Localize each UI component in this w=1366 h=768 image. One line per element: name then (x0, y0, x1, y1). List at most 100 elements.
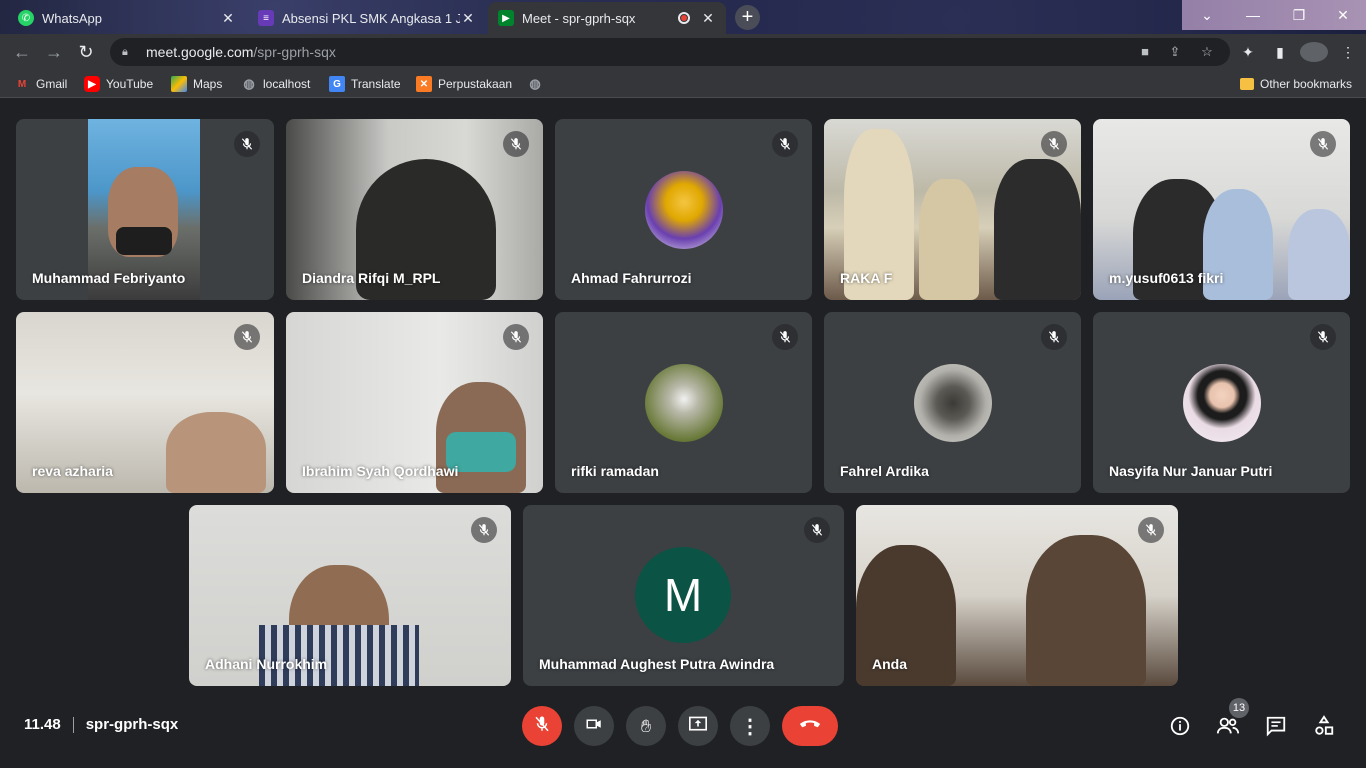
bookmark-globe[interactable]: ◍ (527, 76, 549, 92)
mic-off-icon (1041, 324, 1067, 350)
mic-off-icon (503, 324, 529, 350)
bookmark-youtube[interactable]: ▶ YouTube (84, 76, 153, 92)
extensions-icon[interactable]: ✦ (1238, 42, 1258, 62)
participant-tile[interactable]: Nasyifa Nur Januar Putri (1093, 312, 1350, 493)
activities-icon (1315, 715, 1334, 735)
tab-title: Meet - spr-gprh-sqx (522, 10, 636, 26)
participant-tile[interactable]: Muhammad Febriyanto (16, 119, 274, 300)
share-icon[interactable]: ⇪ (1166, 43, 1184, 61)
participant-tile[interactable]: Diandra Rifqi M_RPL (286, 119, 543, 300)
mic-off-icon (533, 715, 551, 738)
whatsapp-icon: ✆ (18, 10, 34, 26)
tab-whatsapp[interactable]: ✆ WhatsApp ✕ (8, 2, 246, 34)
participant-person (919, 179, 979, 300)
present-icon (688, 715, 708, 738)
youtube-icon: ▶ (84, 76, 100, 92)
more-vert-icon: ⋮ (740, 715, 760, 738)
participant-tile[interactable]: M Muhammad Aughest Putra Awindra (523, 505, 844, 686)
participant-tile[interactable]: reva azharia (16, 312, 274, 493)
back-icon[interactable]: ← (10, 40, 34, 64)
participant-name: Ibrahim Syah Qordhawi (302, 463, 459, 479)
participant-name: m.yusuf0613 fikri (1109, 270, 1224, 286)
toggle-mic-button[interactable] (522, 706, 562, 746)
meeting-time: 11.48 (24, 716, 61, 733)
camera-icon[interactable]: ■ (1136, 43, 1154, 61)
activities-button[interactable] (1312, 714, 1336, 738)
participant-avatar (645, 364, 723, 442)
info-icon (1170, 716, 1190, 736)
participant-name: Ahmad Fahrurrozi (571, 270, 692, 286)
bookmark-label: Gmail (36, 77, 68, 91)
mic-off-icon (1310, 131, 1336, 157)
face-mask (116, 227, 172, 255)
phone-hangup-icon (799, 717, 821, 735)
participant-person (994, 159, 1081, 300)
participant-name: Adhani Nurrokhim (205, 656, 328, 672)
participant-name: Diandra Rifqi M_RPL (302, 270, 441, 286)
bookmark-star-icon[interactable]: ☆ (1198, 43, 1216, 61)
participant-tile[interactable]: Ahmad Fahrurrozi (555, 119, 812, 300)
bookmark-label: YouTube (106, 77, 154, 91)
tab-meet[interactable]: ▶ Meet - spr-gprh-sqx ✕ (488, 2, 726, 34)
toggle-camera-button[interactable] (574, 706, 614, 746)
participant-tile[interactable]: rifki ramadan (555, 312, 812, 493)
browser-toolbar: ← → ↻ 🔒︎ meet.google.com/spr-gprh-sqx ■ … (0, 34, 1366, 70)
mic-off-icon (804, 517, 830, 543)
participant-name: reva azharia (32, 463, 113, 479)
mic-off-icon (471, 517, 497, 543)
chat-button[interactable] (1264, 714, 1288, 738)
bookmark-gmail[interactable]: M Gmail (14, 76, 68, 92)
minimize-icon[interactable]: — (1230, 0, 1276, 30)
participant-avatar (645, 171, 723, 249)
tab-title: WhatsApp (42, 10, 102, 26)
bookmark-translate[interactable]: G Translate (329, 76, 401, 92)
globe-icon: ◍ (529, 76, 541, 91)
folder-icon (1240, 78, 1254, 90)
more-options-button[interactable]: ⋮ (730, 706, 770, 746)
url-path: /spr-gprh-sqx (253, 44, 336, 60)
participant-name: Muhammad Aughest Putra Awindra (539, 656, 775, 672)
forms-icon: ≡ (258, 10, 274, 26)
new-tab-button[interactable]: + (735, 5, 760, 30)
profile-avatar[interactable] (1300, 42, 1328, 62)
other-bookmarks[interactable]: Other bookmarks (1240, 76, 1352, 92)
mic-off-icon (1138, 517, 1164, 543)
bookmark-maps[interactable]: Maps (171, 76, 222, 92)
meeting-info: 11.48 spr-gprh-sqx (24, 716, 178, 733)
recording-icon (678, 12, 690, 24)
participant-tile[interactable]: Ibrahim Syah Qordhawi (286, 312, 543, 493)
mic-off-icon (503, 131, 529, 157)
close-icon[interactable]: ✕ (460, 10, 476, 27)
participant-name: Fahrel Ardika (840, 463, 929, 479)
xampp-icon: ✕ (416, 76, 432, 92)
participant-tile[interactable]: Fahrel Ardika (824, 312, 1081, 493)
meeting-details-button[interactable] (1168, 714, 1192, 738)
participant-tile[interactable]: RAKA F (824, 119, 1081, 300)
participant-tile[interactable]: m.yusuf0613 fikri (1093, 119, 1350, 300)
bookmark-localhost[interactable]: ◍ localhost (241, 76, 310, 92)
window-close-icon[interactable]: ✕ (1320, 0, 1366, 30)
forward-icon[interactable]: → (42, 40, 66, 64)
participant-avatar (914, 364, 992, 442)
address-bar[interactable]: 🔒︎ meet.google.com/spr-gprh-sqx ■ ⇪ ☆ (110, 38, 1230, 66)
globe-icon: ◍ (243, 76, 255, 91)
present-screen-button[interactable] (678, 706, 718, 746)
menu-icon[interactable]: ⋮ (1338, 42, 1358, 62)
side-panel-icon[interactable]: ▮ (1270, 42, 1290, 62)
close-icon[interactable]: ✕ (700, 10, 716, 27)
tab-absensi[interactable]: ≡ Absensi PKL SMK Angkasa 1 Jak ✕ (248, 2, 486, 34)
participant-tile[interactable]: Adhani Nurrokhim (189, 505, 511, 686)
close-icon[interactable]: ✕ (220, 10, 236, 27)
leave-call-button[interactable] (782, 706, 838, 746)
bookmark-perpustakaan[interactable]: ✕ Perpustakaan (416, 76, 512, 92)
restore-icon[interactable]: ❐ (1276, 0, 1322, 30)
bookmark-label: Perpustakaan (438, 77, 513, 91)
raise-hand-button[interactable]: ✋︎ (626, 706, 666, 746)
reload-icon[interactable]: ↻ (74, 40, 98, 64)
participant-person (1026, 535, 1146, 686)
hand-icon: ✋︎ (640, 715, 652, 736)
participant-tile[interactable]: Anda (856, 505, 1178, 686)
tab-title: Absensi PKL SMK Angkasa 1 Jak (282, 10, 460, 26)
tab-search-icon[interactable]: ⌄ (1184, 0, 1230, 30)
meet-control-bar: 11.48 spr-gprh-sqx ✋︎ ⋮ (0, 696, 1366, 768)
